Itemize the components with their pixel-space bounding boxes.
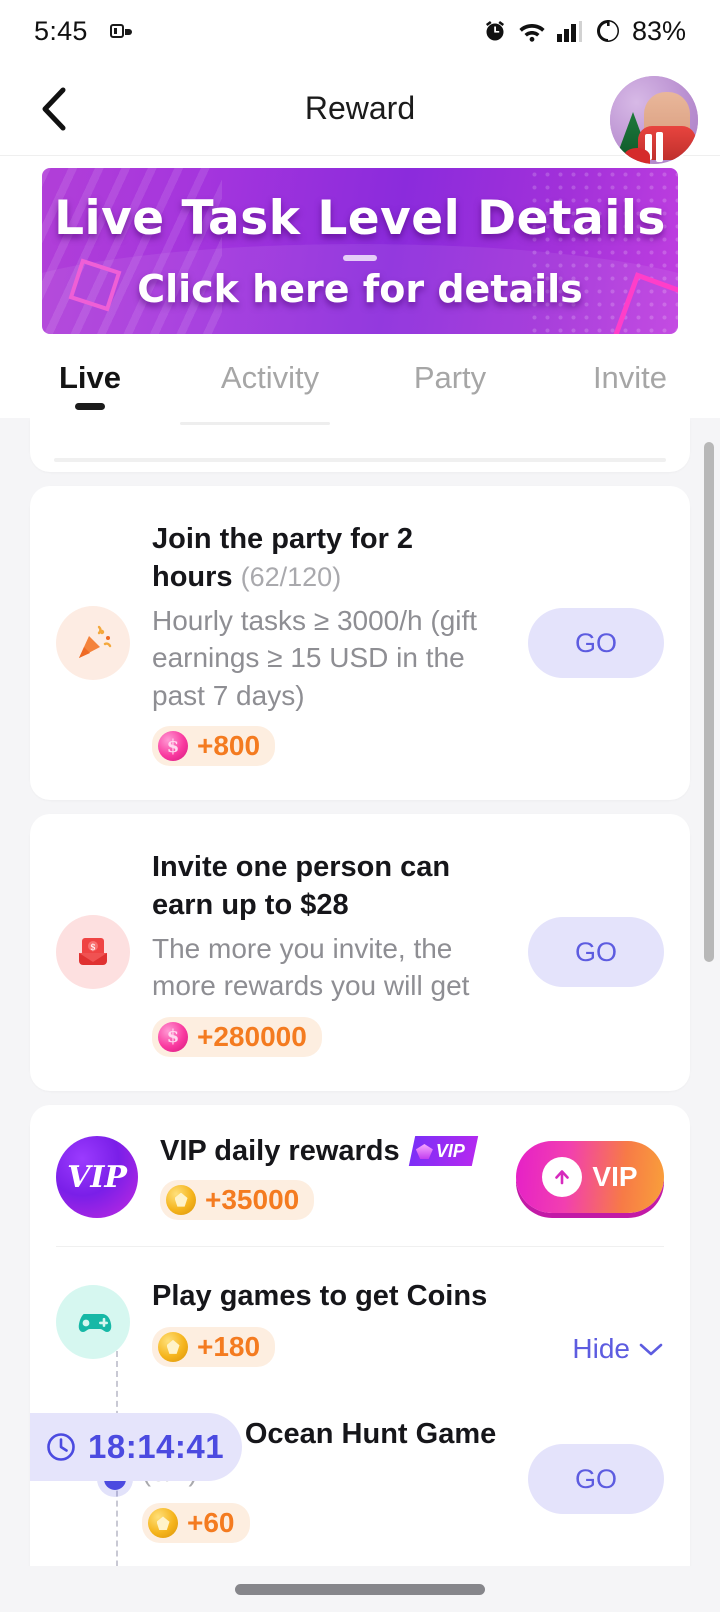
task-reward-pill: $ +280000 [152, 1016, 322, 1057]
games-hide-label: Hide [572, 1332, 630, 1364]
vip-title-line: VIP daily rewards VIP [160, 1135, 494, 1168]
signal-icon [556, 18, 586, 44]
vertical-scrollbar[interactable] [704, 442, 714, 962]
avatar-candle-right [655, 132, 663, 162]
alarm-icon [482, 18, 508, 44]
vip-reward-amount: +35000 [205, 1183, 300, 1215]
task-row: $ Invite one person can earn up to $28 T… [30, 814, 690, 1091]
phone-screen: 5:45 83% Reward Live Task Level Details … [0, 0, 720, 1612]
subtask-row-ocean-hunt[interactable]: Win an Ocean Hunt Game (0/1) +60 GO 18:1… [30, 1389, 690, 1570]
task-progress: (62/120) [240, 562, 342, 593]
play-games-row[interactable]: Play games to get Coins +180 Hide [30, 1247, 690, 1389]
vip-content: VIP daily rewards VIP +35000 [160, 1135, 494, 1220]
partial-card-above[interactable] [30, 418, 690, 472]
title-bar: Reward [0, 62, 720, 164]
back-chevron-icon [42, 87, 66, 130]
task-title-text: Invite one person can earn up to $28 [152, 851, 451, 922]
games-reward-pill: +180 [152, 1326, 276, 1367]
status-bar-right: 83% [482, 16, 686, 47]
subtask-reward-amount: +60 [187, 1507, 235, 1539]
red-envelope-icon: $ [56, 915, 130, 990]
games-title: Play games to get Coins [152, 1279, 488, 1312]
vip-badge-label: VIP [435, 1140, 465, 1161]
tab-party[interactable]: Party [360, 360, 540, 418]
banner-subtitle: Click here for details [137, 267, 583, 311]
task-card-invite-person[interactable]: $ Invite one person can earn up to $28 T… [30, 814, 690, 1091]
gem-icon [416, 1144, 433, 1159]
sim-card-icon [109, 21, 134, 41]
vip-upgrade-button[interactable]: VIP [516, 1141, 664, 1214]
tab-activity-label: Activity [220, 360, 320, 395]
gamepad-icon [56, 1284, 130, 1359]
banner-divider-dash [343, 255, 377, 261]
android-navigation-bar [0, 1566, 720, 1612]
tab-live[interactable]: Live [0, 360, 180, 418]
live-task-level-banner[interactable]: Live Task Level Details Click here for d… [42, 168, 678, 334]
status-time: 5:45 [34, 15, 88, 46]
banner-title: Live Task Level Details [54, 191, 666, 246]
games-content: Play games to get Coins +180 [152, 1277, 550, 1367]
tab-active-underline [75, 403, 105, 410]
task-content: Join the party for 2 hours (62/120) Hour… [152, 520, 496, 767]
vip-cta-label: VIP [592, 1161, 638, 1193]
clock-icon [47, 1433, 75, 1461]
back-button[interactable] [30, 85, 78, 133]
partial-card-placeholder-line-2 [54, 458, 666, 462]
status-bar: 5:45 83% [0, 0, 720, 62]
task-reward-amount: +800 [197, 730, 261, 762]
countdown-value: 18:14:41 [88, 1427, 225, 1465]
vip-badge: VIP [408, 1136, 478, 1167]
countdown-badge: 18:14:41 [30, 1412, 242, 1481]
svg-text:$: $ [90, 943, 96, 953]
subtask-go-button[interactable]: GO [528, 1444, 664, 1515]
task-reward-amount: +280000 [197, 1020, 307, 1052]
vip-reward-pill: +35000 [160, 1179, 315, 1220]
arrow-up-icon [542, 1157, 583, 1198]
wifi-icon [517, 19, 547, 43]
task-title: Invite one person can earn up to $28 [152, 848, 496, 925]
task-description: The more you invite, the more rewards yo… [152, 932, 470, 1002]
battery-percent: 83% [631, 15, 686, 46]
status-bar-left: 5:45 [34, 16, 134, 47]
task-content: Invite one person can earn up to $28 The… [152, 848, 496, 1057]
banner-container: Live Task Level Details Click here for d… [0, 156, 720, 334]
task-go-button[interactable]: GO [528, 917, 664, 988]
home-gesture-pill[interactable] [235, 1583, 485, 1595]
task-card-join-party[interactable]: Join the party for 2 hours (62/120) Hour… [30, 486, 690, 801]
tab-party-label: Party [413, 360, 487, 395]
tab-bar: Live Activity Party Invite [0, 334, 720, 418]
games-hide-toggle[interactable]: Hide [572, 1333, 664, 1365]
partial-card-placeholder-line [180, 422, 330, 425]
subtask-reward-pill: +60 [142, 1503, 250, 1544]
vip-title: VIP daily rewards [160, 1134, 400, 1167]
task-list-scroll-area[interactable]: Join the party for 2 hours (62/120) Hour… [0, 418, 720, 1584]
avatar[interactable] [610, 76, 698, 164]
task-title: Join the party for 2 hours (62/120) [152, 520, 496, 597]
tab-activity[interactable]: Activity [180, 360, 360, 418]
tab-live-label: Live [58, 360, 122, 395]
games-subtask-list: Win an Ocean Hunt Game (0/1) +60 GO 18:1… [30, 1350, 690, 1584]
tab-invite[interactable]: Invite [540, 360, 720, 418]
avatar-poinsettia [624, 148, 650, 164]
chevron-down-icon [639, 1343, 663, 1356]
task-reward-pill: $ +800 [152, 726, 276, 767]
vip-daily-rewards-row[interactable]: VIP VIP daily rewards VIP +35000 VIP [30, 1105, 690, 1246]
vip-and-games-card: VIP VIP daily rewards VIP +35000 VIP Pla… [30, 1104, 690, 1584]
diamond-coin-icon: $ [158, 731, 188, 762]
party-popper-icon [56, 606, 130, 681]
gold-coin-icon [158, 1331, 188, 1362]
task-row: Join the party for 2 hours (62/120) Hour… [30, 486, 690, 800]
gold-coin-icon [148, 1508, 178, 1539]
games-reward-amount: +180 [197, 1330, 261, 1362]
tab-invite-label: Invite [592, 360, 668, 395]
vip-orb-icon: VIP [56, 1136, 138, 1219]
task-go-button[interactable]: GO [528, 608, 664, 679]
task-description: Hourly tasks ≥ 3000/h (gift earnings ≥ 1… [152, 604, 478, 711]
gold-coin-icon [166, 1184, 196, 1215]
diamond-coin-icon: $ [158, 1021, 188, 1052]
battery-icon [595, 18, 621, 44]
